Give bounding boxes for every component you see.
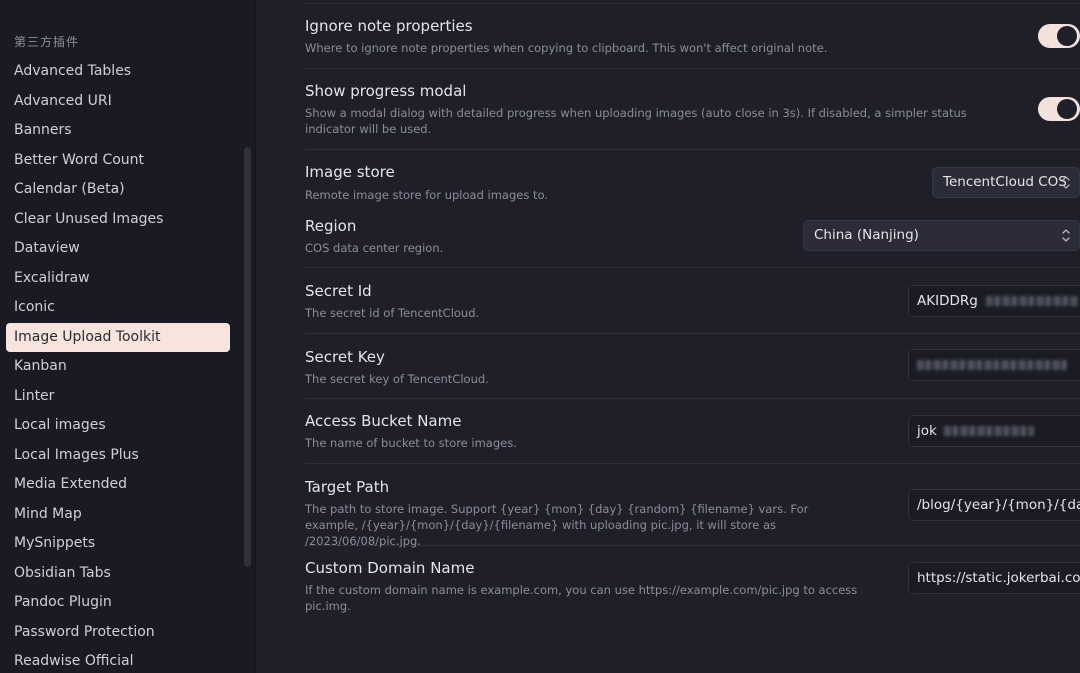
sidebar-scrollbar[interactable] (244, 147, 251, 567)
setting-title: Secret Id (305, 282, 372, 300)
setting-description: If the custom domain name is example.com… (305, 583, 858, 613)
sidebar-item-banners[interactable]: Banners (6, 116, 230, 146)
image-store-select[interactable]: TencentCloud COS (932, 167, 1080, 198)
sidebar-item-mysnippets[interactable]: MySnippets (6, 529, 230, 559)
sidebar-item-dataview[interactable]: Dataview (6, 234, 230, 264)
target-path-value: /blog/{year}/{mon}/{day}/{ (917, 497, 1080, 513)
setting-description: The path to store image. Support {year} … (305, 502, 809, 548)
sidebar-item-iconic[interactable]: Iconic (6, 293, 230, 323)
secret-id-input[interactable]: AKIDDRg (908, 285, 1080, 317)
chevrons-up-down-icon (1061, 168, 1071, 209)
sidebar-item-media-extended[interactable]: Media Extended (6, 470, 230, 500)
target-path-input[interactable]: /blog/{year}/{mon}/{day}/{ (908, 489, 1080, 521)
setting-title: Secret Key (305, 348, 385, 366)
secret-key-input[interactable] (908, 349, 1080, 381)
bucket-name-input[interactable]: jok (908, 415, 1080, 447)
setting-secret-id: Secret Id The secret id of TencentCloud.… (305, 268, 1080, 334)
setting-title: Ignore note properties (305, 17, 473, 35)
region-select[interactable]: China (Nanjing) (803, 220, 1080, 251)
setting-description: Remote image store for upload images to. (305, 188, 548, 202)
sidebar-item-obsidian-tabs[interactable]: Obsidian Tabs (6, 559, 230, 589)
toggle-knob (1057, 99, 1077, 119)
ignore-note-properties-toggle[interactable] (1038, 24, 1080, 48)
sidebar-item-calendar[interactable]: Calendar (Beta) (6, 175, 230, 205)
sidebar-item-mind-map[interactable]: Mind Map (6, 500, 230, 530)
sidebar-item-readwise-official[interactable]: Readwise Official (6, 647, 230, 673)
setting-description: The secret id of TencentCloud. (305, 306, 480, 320)
setting-title: Image store (305, 163, 395, 181)
plugin-settings-pane: Ignore note properties Where to ignore n… (257, 0, 1080, 673)
custom-domain-value: https://static.jokerbai.com (917, 570, 1080, 586)
sidebar-item-better-word-count[interactable]: Better Word Count (6, 146, 230, 176)
image-store-value: TencentCloud COS (943, 174, 1067, 190)
setting-title: Target Path (305, 478, 390, 496)
chevrons-up-down-icon (1061, 221, 1071, 262)
sidebar-item-advanced-uri[interactable]: Advanced URI (6, 87, 230, 117)
custom-domain-input[interactable]: https://static.jokerbai.com (908, 562, 1080, 594)
setting-description: The name of bucket to store images. (305, 436, 517, 450)
show-progress-modal-toggle[interactable] (1038, 97, 1080, 121)
setting-secret-key: Secret Key The secret key of TencentClou… (305, 334, 1080, 399)
setting-image-store: Image store Remote image store for uploa… (305, 150, 1080, 204)
redacted-mask (917, 360, 1067, 370)
sidebar-item-password-protection[interactable]: Password Protection (6, 618, 230, 648)
setting-title: Custom Domain Name (305, 559, 475, 577)
sidebar-section-heading: 第三方插件 (14, 35, 80, 49)
setting-target-path: Target Path The path to store image. Sup… (305, 464, 1080, 548)
sidebar-item-local-images[interactable]: Local images (6, 411, 230, 441)
sidebar-item-local-images-plus[interactable]: Local Images Plus (6, 441, 230, 471)
setting-title: Show progress modal (305, 82, 467, 100)
bucket-name-value: jok (917, 423, 937, 439)
setting-show-progress-modal: Show progress modal Show a modal dialog … (305, 69, 1080, 150)
redacted-mask (944, 426, 1035, 436)
setting-description: COS data center region. (305, 241, 444, 255)
redacted-mask (986, 296, 1079, 306)
sidebar-item-linter[interactable]: Linter (6, 382, 230, 412)
sidebar-item-kanban[interactable]: Kanban (6, 352, 230, 382)
setting-title: Region (305, 217, 357, 235)
secret-id-value: AKIDDRg (917, 293, 978, 309)
setting-bucket-name: Access Bucket Name The name of bucket to… (305, 399, 1080, 464)
plugin-list: Advanced Tables Advanced URI Banners Bet… (6, 57, 230, 673)
sidebar-item-pandoc-plugin[interactable]: Pandoc Plugin (6, 588, 230, 618)
setting-title: Access Bucket Name (305, 412, 462, 430)
setting-custom-domain: Custom Domain Name If the custom domain … (305, 546, 1080, 616)
setting-description: Show a modal dialog with detailed progre… (305, 106, 967, 136)
toggle-knob (1057, 26, 1077, 46)
settings-sidebar: 第三方插件 Advanced Tables Advanced URI Banne… (0, 0, 256, 673)
sidebar-item-excalidraw[interactable]: Excalidraw (6, 264, 230, 294)
setting-description: The secret key of TencentCloud. (305, 372, 489, 386)
sidebar-item-clear-unused-images[interactable]: Clear Unused Images (6, 205, 230, 235)
region-value: China (Nanjing) (814, 227, 919, 243)
settings-window: 第三方插件 Advanced Tables Advanced URI Banne… (0, 0, 1080, 673)
setting-ignore-note-properties: Ignore note properties Where to ignore n… (305, 4, 1080, 69)
setting-description: Where to ignore note properties when cop… (305, 41, 828, 55)
setting-region: Region COS data center region. China (Na… (305, 204, 1080, 268)
sidebar-item-image-upload-toolkit[interactable]: Image Upload Toolkit (6, 322, 230, 352)
sidebar-item-advanced-tables[interactable]: Advanced Tables (6, 57, 230, 87)
